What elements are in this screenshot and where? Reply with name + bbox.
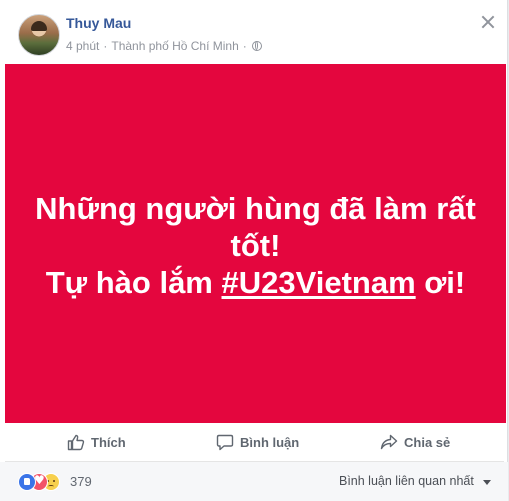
share-button[interactable]: Chia sẻ	[380, 423, 450, 461]
thumbs-up-icon	[67, 434, 85, 451]
globe-icon[interactable]	[251, 40, 262, 51]
like-button[interactable]: Thích	[67, 423, 126, 461]
author-name[interactable]: Thuy Mau	[66, 15, 131, 31]
comment-icon	[216, 434, 234, 451]
close-icon[interactable]	[480, 14, 496, 30]
caret-down-icon[interactable]	[483, 480, 491, 485]
comment-button[interactable]: Bình luận	[216, 423, 299, 461]
comment-label: Bình luận	[240, 434, 300, 450]
share-icon	[380, 434, 398, 450]
post-header: Thuy Mau 4 phút · Thành phố Hồ Chí Minh ·	[0, 0, 508, 64]
banner-line-2: tốt!	[230, 228, 281, 263]
banner-line-3: Tự hào lắm #U23Vietnam ơi!	[19, 264, 492, 301]
post-time[interactable]: 4 phút	[66, 39, 99, 53]
post-meta: 4 phút · Thành phố Hồ Chí Minh ·	[66, 38, 262, 53]
like-icon	[18, 473, 36, 491]
reaction-count[interactable]: 379	[70, 474, 92, 489]
like-label: Thích	[91, 434, 126, 450]
banner-line-3-prefix: Tự hào lắm	[45, 265, 222, 300]
comment-sort-dropdown[interactable]: Bình luận liên quan nhất	[339, 474, 474, 488]
hashtag-link[interactable]: #U23Vietnam	[222, 265, 416, 300]
post-card: Thuy Mau 4 phút · Thành phố Hồ Chí Minh · N…	[0, 0, 508, 501]
post-actions: Thích Bình luận Chia sẻ	[5, 423, 504, 462]
meta-separator: ·	[242, 38, 247, 53]
meta-separator: ·	[103, 38, 108, 53]
post-banner: Những người hùng đã làm rất tốt! Tự hào …	[5, 64, 506, 423]
share-label: Chia sẻ	[404, 434, 451, 450]
banner-line-3-suffix: ơi!	[415, 265, 466, 300]
post-location[interactable]: Thành phố Hồ Chí Minh	[111, 39, 238, 53]
banner-text: Những người hùng đã làm rất tốt! Tự hào …	[19, 190, 492, 301]
banner-line-1: Những người hùng đã làm rất	[35, 191, 476, 226]
author-avatar[interactable]	[18, 14, 60, 56]
